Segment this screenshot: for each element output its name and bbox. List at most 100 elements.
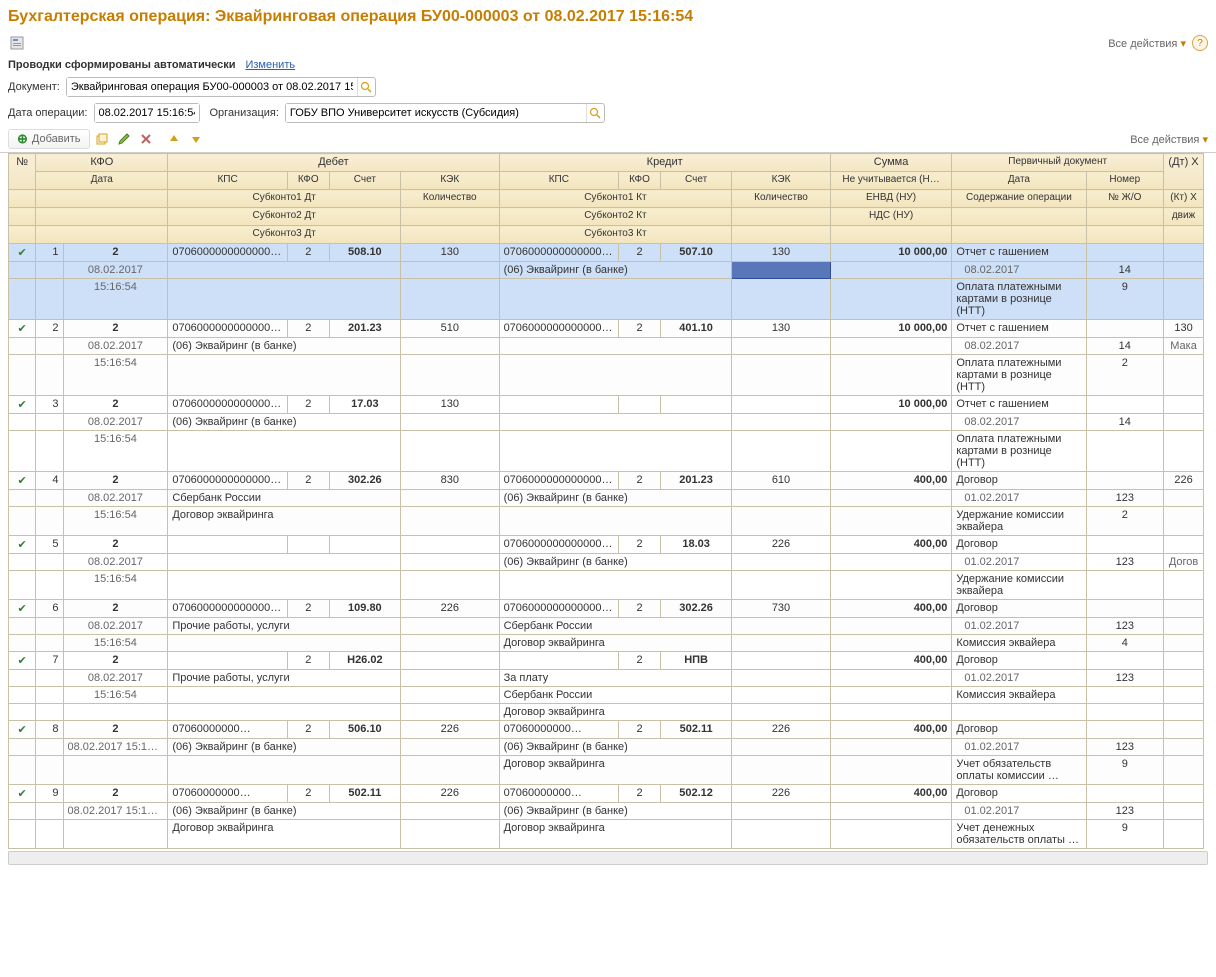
col-d-qty[interactable]: Количество [401, 190, 500, 208]
edit-button[interactable] [114, 129, 134, 149]
org-lookup[interactable] [285, 103, 605, 123]
table-row-sub[interactable]: 15:16:54Оплата платежными картами в розн… [9, 431, 1204, 472]
table-row[interactable]: ✔2207060000000000000…2201.23510070600000… [9, 320, 1204, 338]
col-d-kfo[interactable]: КФО [287, 172, 329, 190]
col-doc-date[interactable]: Дата [952, 172, 1086, 190]
col-kfo[interactable]: КФО [36, 154, 168, 172]
table-row-sub[interactable]: Договор эквайринга [9, 704, 1204, 721]
document-input[interactable] [67, 78, 357, 96]
h-scrollbar[interactable] [0, 849, 1216, 869]
move-down-button[interactable] [186, 129, 206, 149]
table-row-sub[interactable]: 15:16:54Сбербанк РоссииКомиссия эквайера [9, 687, 1204, 704]
col-jo[interactable]: № Ж/О [1086, 190, 1164, 208]
col-sub1dt[interactable]: Субконто1 Дт [168, 190, 401, 208]
col-sub1kt[interactable]: Субконто1 Кт [499, 190, 732, 208]
col-num[interactable]: № [9, 154, 36, 190]
table-row-sub[interactable]: 15:16:54Оплата платежными картами в розн… [9, 279, 1204, 320]
org-input[interactable] [286, 104, 586, 122]
table-row-sub[interactable]: 08.02.2017 15:16:54(06) Эквайринг (в бан… [9, 739, 1204, 756]
table-row[interactable]: ✔1207060000000000001…2508.10130070600000… [9, 244, 1204, 262]
row-c-qty-cell[interactable] [732, 618, 831, 635]
change-link[interactable]: Изменить [245, 59, 295, 71]
table-row-sub[interactable]: 15:16:54Договор эквайрингаУдержание коми… [9, 507, 1204, 536]
help-icon[interactable]: ? [1192, 35, 1208, 51]
page-title: Бухгалтерская операция: Эквайринговая оп… [8, 8, 1208, 26]
col-c-acc[interactable]: Счет [660, 172, 731, 190]
delete-button[interactable] [136, 129, 156, 149]
row-c-qty-cell[interactable] [732, 414, 831, 431]
col-sub3dt[interactable]: Субконто3 Дт [168, 226, 401, 244]
col-credit[interactable]: Кредит [499, 154, 830, 172]
table-row-sub[interactable]: 08.02.2017 15:16:54(06) Эквайринг (в бан… [9, 803, 1204, 820]
grid-all-actions-menu[interactable]: Все действия ▾ [1130, 133, 1208, 146]
row-c-qty-cell[interactable] [732, 262, 831, 279]
table-row-sub[interactable]: 08.02.2017(06) Эквайринг (в банке)08.02.… [9, 338, 1204, 355]
col-date[interactable]: Дата [36, 172, 168, 190]
col-c-qty[interactable]: Количество [732, 190, 831, 208]
add-button[interactable]: ⊕Добавить [8, 129, 90, 149]
table-row-sub[interactable]: 15:16:54Удержание комиссии эквайера [9, 571, 1204, 600]
col-sub2kt[interactable]: Субконто2 Кт [499, 208, 732, 226]
col-c-kfo[interactable]: КФО [619, 172, 661, 190]
row-date: 08.02.2017 [63, 338, 168, 355]
col-dtX[interactable]: (Дт) Х [1164, 154, 1204, 190]
row-c-qty-cell[interactable] [732, 670, 831, 687]
col-d-acc[interactable]: Счет [329, 172, 400, 190]
table-row[interactable]: ✔3207060000000000001…217.0313010 000,00О… [9, 396, 1204, 414]
col-c-kek[interactable]: КЭК [732, 172, 831, 190]
table-row[interactable]: ✔4207060000000000002…2302.26830070600000… [9, 472, 1204, 490]
org-lookup-icon[interactable] [586, 104, 604, 122]
row-right [1164, 396, 1204, 414]
col-d-kek[interactable]: КЭК [401, 172, 500, 190]
table-row-sub[interactable]: 08.02.2017Прочие работы, услугиСбербанк … [9, 618, 1204, 635]
row-c-qty-cell[interactable] [732, 739, 831, 756]
col-debit[interactable]: Дебет [168, 154, 499, 172]
table-row[interactable]: ✔5207060000000000002…218.03226400,00Дого… [9, 536, 1204, 554]
document-lookup[interactable] [66, 77, 376, 97]
table-row-sub[interactable]: 08.02.2017(06) Эквайринг (в банке)08.02.… [9, 414, 1204, 431]
table-row[interactable]: ✔9207060000000…2502.1122607060000000…250… [9, 785, 1204, 803]
copy-button[interactable] [92, 129, 112, 149]
row-right2 [1164, 414, 1204, 431]
report-icon[interactable] [8, 34, 26, 52]
row-c-qty-cell[interactable] [732, 554, 831, 571]
row-d-acc: Н26.02 [329, 652, 400, 670]
table-row-sub[interactable]: 08.02.2017(06) Эквайринг (в банке)01.02.… [9, 554, 1204, 571]
col-envd[interactable]: ЕНВД (НУ) [830, 190, 952, 208]
col-doc-num[interactable]: Номер [1086, 172, 1164, 190]
col-primary[interactable]: Первичный документ [952, 154, 1164, 172]
table-row-sub[interactable]: 08.02.2017(06) Эквайринг (в банке)08.02.… [9, 262, 1204, 279]
table-row-sub[interactable]: Договор эквайрингаДоговор эквайрингаУчет… [9, 820, 1204, 849]
col-c-kps[interactable]: КПС [499, 172, 618, 190]
col-currency[interactable]: Не учитывается (Н… [830, 172, 952, 190]
col-sub3kt[interactable]: Субконто3 Кт [499, 226, 732, 244]
col-move[interactable]: движ [1164, 208, 1204, 226]
row-doc: Договор [952, 785, 1086, 803]
col-d-kps[interactable]: КПС [168, 172, 287, 190]
col-descr[interactable]: Содержание операции [952, 190, 1086, 208]
row-doc: Отчет с гашением [952, 396, 1086, 414]
row-doc-date: 08.02.2017 [952, 262, 1086, 279]
move-up-button[interactable] [164, 129, 184, 149]
col-nds[interactable]: НДС (НУ) [830, 208, 952, 226]
col-ktX[interactable]: (Кт) Х [1164, 190, 1204, 208]
row-d-kps: 07060000000000001… [168, 396, 287, 414]
table-row-sub[interactable]: 15:16:54Оплата платежными картами в розн… [9, 355, 1204, 396]
row-sum: 400,00 [830, 472, 952, 490]
all-actions-menu[interactable]: Все действия ▾ [1108, 37, 1186, 50]
col-sum[interactable]: Сумма [830, 154, 952, 172]
table-row-sub[interactable]: 08.02.2017Сбербанк России(06) Эквайринг … [9, 490, 1204, 507]
table-row[interactable]: ✔8207060000000…2506.1022607060000000…250… [9, 721, 1204, 739]
col-sub2dt[interactable]: Субконто2 Дт [168, 208, 401, 226]
table-row-sub[interactable]: 15:16:54Договор эквайрингаКомиссия эквай… [9, 635, 1204, 652]
document-lookup-icon[interactable] [357, 78, 375, 96]
opdate-input[interactable] [95, 104, 199, 122]
row-c-qty-cell[interactable] [732, 490, 831, 507]
row-c-qty-cell[interactable] [732, 803, 831, 820]
table-row[interactable]: ✔722Н26.022НПВ400,00Договор [9, 652, 1204, 670]
table-row-sub[interactable]: Договор эквайрингаУчет обязательств опла… [9, 756, 1204, 785]
table-row[interactable]: ✔6207060000000000002…2109.80226070600000… [9, 600, 1204, 618]
row-c-qty-cell[interactable] [732, 338, 831, 355]
opdate-field[interactable] [94, 103, 200, 123]
table-row-sub[interactable]: 08.02.2017Прочие работы, услугиЗа плату0… [9, 670, 1204, 687]
